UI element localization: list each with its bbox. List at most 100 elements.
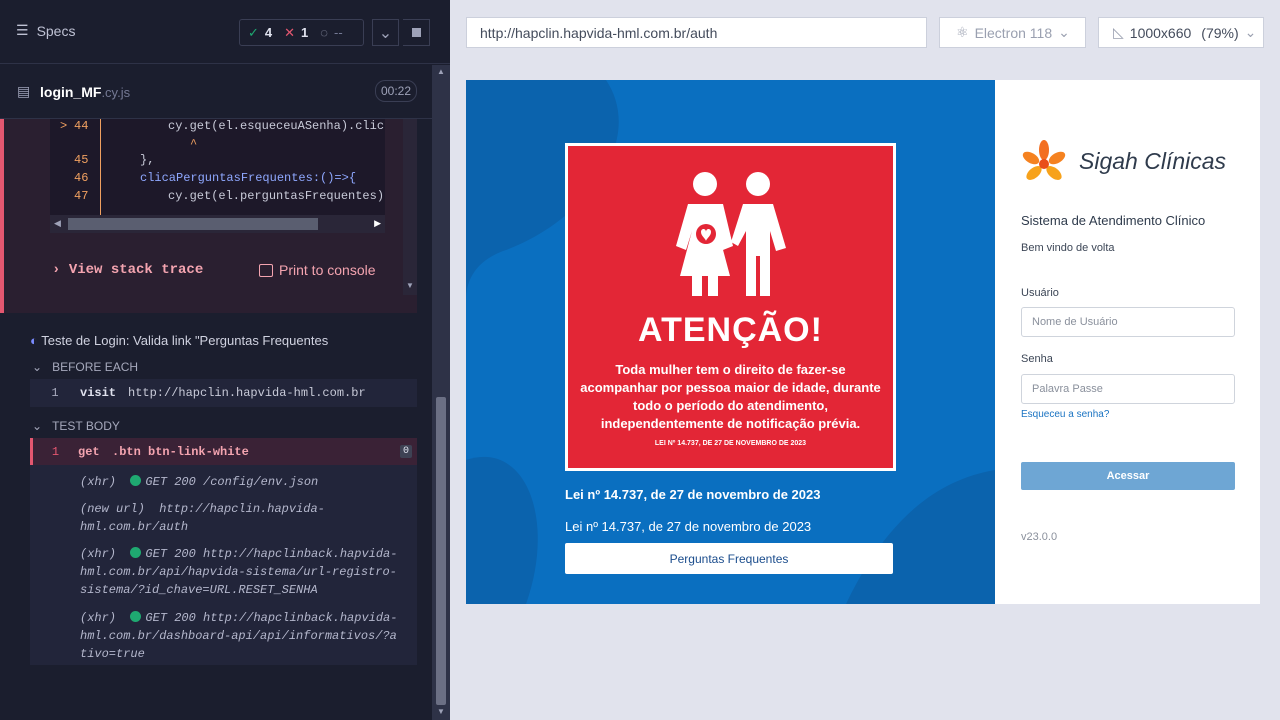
- status-dot: [130, 547, 142, 558]
- faq-button[interactable]: Perguntas Frequentes: [565, 543, 893, 574]
- console-icon: [259, 263, 273, 277]
- scroll-left-icon: ◀: [54, 218, 61, 228]
- login-panel: Sigah Clínicas Sistema de Atendimento Cl…: [995, 80, 1260, 604]
- code-gutter-divider: [100, 119, 101, 215]
- log-entry[interactable]: (xhr) GET 200 /config/env.json: [80, 473, 400, 491]
- code-line-marker: >: [60, 119, 68, 133]
- electron-icon: ⚛: [956, 24, 969, 40]
- command-row[interactable]: 1 visit http://hapclin.hapvida-hml.com.b…: [30, 379, 417, 407]
- code-line-num: 47: [74, 189, 89, 203]
- print-to-console-button[interactable]: Print to console: [259, 262, 376, 278]
- code-line-num: 45: [74, 153, 89, 167]
- log-entry[interactable]: (xhr) GET 200 http://hapclinback.hapvida…: [80, 609, 400, 663]
- log-entry[interactable]: (xhr) GET 200 http://hapclinback.hapvida…: [80, 545, 400, 599]
- viewport-zoom: (79%): [1201, 24, 1239, 41]
- log-tag: (xhr): [80, 475, 117, 489]
- specs-label: Specs: [36, 22, 76, 39]
- scroll-down-icon: ▼: [406, 281, 414, 290]
- cross-icon: ✕: [284, 24, 296, 40]
- command-log: (xhr) GET 200 /config/env.json (new url)…: [30, 465, 417, 665]
- command-name: visit: [80, 386, 117, 400]
- test-stats: ✓ 4 ✕ 1 ◌ --: [239, 19, 364, 46]
- failed-command-row[interactable]: 1 get .btn btn-link-white 0: [30, 438, 417, 466]
- command-num: 1: [51, 386, 59, 400]
- url-bar[interactable]: http://hapclin.hapvida-hml.com.br/auth: [466, 17, 927, 48]
- file-ext: .cy.js: [101, 85, 131, 100]
- passed-count: 4: [264, 25, 273, 40]
- file-name: login_MF: [40, 84, 102, 100]
- browser-selector[interactable]: ⚛ Electron 118 ⌄: [939, 17, 1086, 48]
- specs-toggle[interactable]: ☰ Specs: [16, 22, 75, 39]
- system-name: Sistema de Atendimento Clínico: [1021, 213, 1206, 228]
- log-text: GET 200 http://hapclinback.hapvida-hml.c…: [80, 547, 398, 597]
- chevron-down-icon: ⌄: [32, 419, 43, 433]
- failed-count: 1: [301, 25, 309, 40]
- ruler-icon: ◺: [1113, 24, 1124, 40]
- runner-scrollbar[interactable]: ▲ ▼: [432, 65, 450, 720]
- command-num: 1: [51, 445, 60, 459]
- runner-header: ☰ Specs ✓ 4 ✕ 1 ◌ -- ⌄: [0, 0, 450, 64]
- password-label: Senha: [1021, 353, 1053, 365]
- chevron-down-button[interactable]: ⌄: [372, 19, 399, 46]
- couple-icon: [676, 172, 786, 296]
- code-line-text: cy.get(el.esqueceuASenha).click: [168, 119, 385, 133]
- username-label: Usuário: [1021, 287, 1059, 299]
- error-panel: > 44 cy.get(el.esqueceuASenha).click ^ 4…: [0, 119, 417, 313]
- viewport-size: 1000x660: [1129, 24, 1192, 41]
- warning-law: LEI Nº 14.737, DE 27 DE NOVEMBRO DE 2023: [654, 440, 807, 447]
- log-text: GET 200 http://hapclinback.hapvida-hml.c…: [80, 611, 398, 661]
- law-subtitle: Lei nº 14.737, de 27 de novembro de 2023: [565, 519, 812, 534]
- app-preview-panel: http://hapclin.hapvida-hml.com.br/auth ⚛…: [450, 0, 1280, 720]
- test-body-section[interactable]: ⌄ TEST BODY: [32, 419, 120, 433]
- before-each-label: BEFORE EACH: [52, 360, 139, 374]
- pending-icon: ◌: [320, 25, 329, 40]
- login-button[interactable]: Acessar: [1021, 462, 1235, 490]
- stop-button[interactable]: [403, 19, 430, 46]
- code-line-text: clicaPerguntasFrequentes:()=>{: [140, 171, 357, 185]
- browser-name: Electron 118: [974, 24, 1053, 41]
- before-each-section[interactable]: ⌄ BEFORE EACH: [32, 360, 138, 374]
- spec-file-bar: ▤ login_MF.cy.js 00:22: [0, 65, 432, 119]
- command-name: get: [78, 445, 100, 459]
- log-tag: (xhr): [80, 547, 117, 561]
- scroll-thumb[interactable]: [68, 218, 318, 230]
- log-entry[interactable]: (new url) http://hapclin.hapvida-hml.com…: [80, 500, 400, 536]
- chevron-down-icon: ⌄: [378, 24, 393, 42]
- error-panel-scrollbar[interactable]: ▼: [403, 119, 417, 295]
- username-input[interactable]: Nome de Usuário: [1021, 307, 1235, 337]
- info-panel: ATENÇÃO! Toda mulher tem o direito de fa…: [466, 80, 995, 604]
- code-line-text: cy.get(el.perguntasFrequentes): [168, 189, 385, 203]
- scroll-right-icon: ▶: [374, 218, 381, 228]
- viewport-selector[interactable]: ◺ 1000x660 (79%) ⌄: [1098, 17, 1264, 48]
- warning-poster: ATENÇÃO! Toda mulher tem o direito de fa…: [565, 143, 896, 471]
- test-title-text: Teste de Login: Valida link "Perguntas F…: [41, 333, 329, 348]
- view-stack-trace-button[interactable]: › View stack trace: [52, 262, 203, 278]
- check-icon: ✓: [248, 24, 259, 40]
- forgot-password-link[interactable]: Esqueceu a senha?: [1021, 409, 1109, 420]
- scroll-up-icon: ▲: [437, 67, 445, 76]
- runner-scroll-thumb[interactable]: [436, 397, 446, 705]
- stop-icon: [411, 28, 421, 37]
- welcome-text: Bem vindo de volta: [1021, 242, 1115, 254]
- spec-file-name[interactable]: login_MF.cy.js: [40, 84, 130, 100]
- file-icon: ▤: [17, 83, 31, 99]
- status-dot: [130, 475, 142, 486]
- version-label: v23.0.0: [1021, 531, 1058, 543]
- chevron-down-icon: ⌄: [1058, 24, 1070, 40]
- code-line-text: ^: [190, 137, 198, 151]
- password-input[interactable]: Palavra Passe: [1021, 374, 1235, 404]
- pending-count: --: [334, 25, 343, 40]
- code-line-num: 46: [74, 171, 89, 185]
- warning-text: Toda mulher tem o direito de fazer-se ac…: [580, 362, 881, 431]
- command-arg: http://hapclin.hapvida-hml.com.br: [128, 386, 366, 400]
- command-arg: .btn btn-link-white: [112, 445, 249, 459]
- law-title: Lei nº 14.737, de 27 de novembro de 2023: [565, 487, 821, 502]
- code-horizontal-scrollbar[interactable]: ◀ ▶: [50, 215, 385, 233]
- flower-logo-icon: [1022, 140, 1066, 180]
- test-body-label: TEST BODY: [52, 419, 120, 433]
- log-tag: (new url): [80, 502, 145, 516]
- brand-name: Sigah Clínicas: [1079, 148, 1227, 174]
- test-title[interactable]: ◐ Teste de Login: Valida link "Perguntas…: [30, 333, 328, 348]
- menu-icon: ☰: [16, 22, 29, 38]
- cypress-runner-panel: ☰ Specs ✓ 4 ✕ 1 ◌ -- ⌄ ▤ login_MF.cy.js …: [0, 0, 450, 720]
